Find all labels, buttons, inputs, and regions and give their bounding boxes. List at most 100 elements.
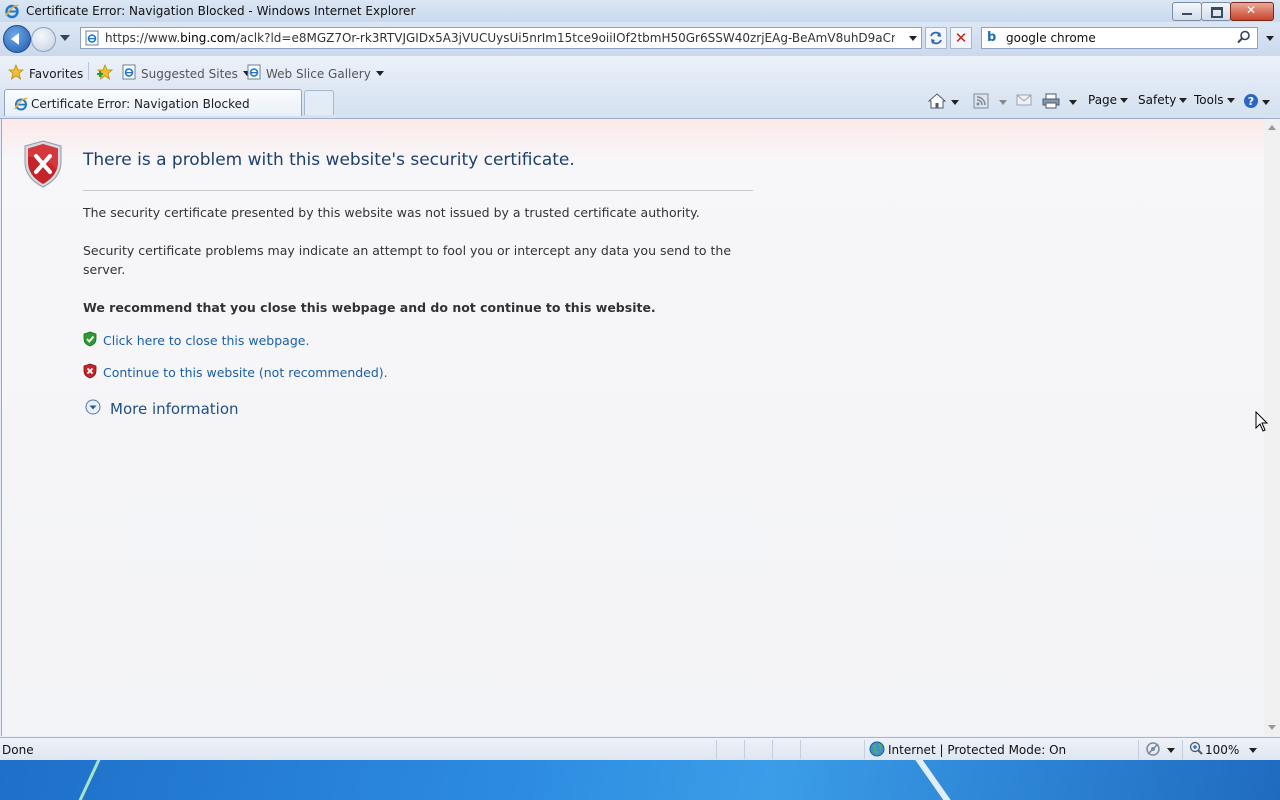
page-content: There is a problem with this website's s… — [1, 119, 1265, 736]
page-menu-dropdown-icon — [1120, 97, 1129, 103]
suggested-sites-button[interactable]: Suggested Sites — [121, 64, 251, 83]
web-slice-gallery-dropdown-icon — [375, 71, 384, 76]
ie-logo-icon — [4, 3, 20, 22]
tab-row: Certificate Error: Navigation Blocked Pa… — [0, 86, 1280, 119]
search-options-dropdown[interactable] — [1266, 36, 1274, 41]
feeds-dropdown-icon — [999, 100, 1007, 105]
green-shield-icon — [83, 331, 97, 350]
status-divider — [1138, 740, 1139, 759]
status-divider — [1182, 740, 1183, 759]
status-bar: Done Internet | Protected Mode: On 100% — [0, 737, 1280, 760]
scroll-down-arrow-icon[interactable] — [1268, 725, 1276, 730]
mouse-cursor-icon — [1255, 410, 1269, 436]
desktop-taskbar — [0, 760, 1280, 800]
svg-text:?: ? — [1248, 95, 1254, 108]
internet-globe-icon — [869, 741, 885, 760]
error-description: The security certificate presented by th… — [83, 205, 700, 220]
favorites-bar: Favorites Suggested Sites Web Slice Gall… — [0, 56, 1280, 86]
continue-to-website-link[interactable]: Continue to this website (not recommende… — [103, 365, 388, 380]
close-webpage-link[interactable]: Click here to close this webpage. — [103, 333, 309, 348]
title-bar: Certificate Error: Navigation Blocked - … — [0, 0, 1280, 22]
search-box[interactable]: b — [981, 27, 1258, 49]
printer-icon — [1042, 93, 1060, 112]
help-dropdown-icon — [1262, 100, 1270, 105]
web-slice-gallery-button[interactable]: Web Slice Gallery — [246, 64, 384, 83]
ie-window: Certificate Error: Navigation Blocked - … — [0, 0, 1280, 760]
status-divider — [744, 740, 745, 759]
tab-page-icon — [13, 96, 29, 115]
window-title: Certificate Error: Navigation Blocked - … — [26, 4, 416, 18]
window-controls — [1172, 2, 1274, 21]
print-dropdown-icon — [1069, 100, 1077, 105]
recent-pages-dropdown[interactable] — [60, 35, 70, 41]
favorites-button[interactable]: Favorites — [7, 63, 84, 83]
help-button[interactable]: ? — [1243, 93, 1270, 112]
zoom-icon — [1189, 741, 1203, 758]
restore-button[interactable] — [1201, 2, 1231, 21]
bing-icon: b — [987, 30, 997, 45]
expand-circle-icon — [85, 399, 101, 418]
wallpaper-streak — [907, 760, 959, 800]
zoom-level[interactable]: 100% — [1205, 743, 1239, 757]
favorites-label: Favorites — [29, 66, 84, 81]
page-menu-label: Page — [1088, 93, 1118, 107]
back-button[interactable] — [3, 25, 31, 53]
zoom-dropdown-icon[interactable] — [1249, 748, 1257, 753]
status-divider — [864, 740, 865, 759]
home-icon — [927, 93, 947, 112]
more-information-label: More information — [110, 399, 239, 418]
url-host: bing.com — [180, 31, 236, 45]
navigation-bar: https://www.bing.com/aclk?ld=e8MGZ7Or-rk… — [0, 22, 1280, 56]
page-menu-button[interactable]: Page — [1088, 93, 1129, 107]
address-bar[interactable]: https://www.bing.com/aclk?ld=e8MGZ7Or-rk… — [80, 27, 922, 49]
mail-icon — [1016, 93, 1032, 110]
url-text[interactable]: https://www.bing.com/aclk?ld=e8MGZ7Or-rk… — [105, 31, 895, 45]
feeds-button[interactable] — [973, 93, 1007, 112]
status-divider — [716, 740, 717, 759]
title-divider — [83, 190, 753, 191]
safety-menu-button[interactable]: Safety — [1138, 93, 1188, 107]
favorites-separator — [88, 62, 89, 80]
print-button[interactable] — [1042, 93, 1077, 112]
status-text: Done — [2, 743, 34, 757]
popup-blocker-icon[interactable] — [1145, 741, 1161, 760]
tab-certificate-error[interactable]: Certificate Error: Navigation Blocked — [4, 89, 302, 116]
feeds-icon — [973, 93, 989, 112]
security-zone-text[interactable]: Internet | Protected Mode: On — [888, 743, 1066, 757]
read-mail-button[interactable] — [1016, 93, 1032, 110]
continue-row: Continue to this website (not recommende… — [83, 363, 388, 382]
minimize-button[interactable] — [1172, 2, 1202, 21]
wallpaper-streak — [75, 760, 104, 800]
refresh-icon — [930, 31, 942, 45]
suggested-sites-icon — [121, 64, 137, 83]
add-favorite-icon — [96, 63, 114, 83]
search-icon[interactable] — [1237, 30, 1251, 47]
home-dropdown-icon — [951, 100, 959, 105]
scroll-up-arrow-icon[interactable] — [1268, 125, 1276, 130]
tools-menu-label: Tools — [1194, 93, 1224, 107]
refresh-button[interactable] — [925, 27, 947, 49]
status-divider — [800, 740, 801, 759]
error-shield-icon — [23, 140, 63, 191]
status-divider — [772, 740, 773, 759]
new-tab-button[interactable] — [304, 90, 334, 115]
add-to-favorites-bar-button[interactable] — [96, 63, 114, 83]
tools-menu-button[interactable]: Tools — [1194, 93, 1235, 107]
forward-button[interactable] — [31, 27, 56, 52]
close-webpage-row: Click here to close this webpage. — [83, 331, 309, 350]
stop-button[interactable]: ✕ — [950, 27, 972, 49]
suggested-sites-label: Suggested Sites — [141, 66, 238, 81]
red-shield-icon — [83, 363, 97, 382]
tools-menu-dropdown-icon — [1226, 97, 1235, 103]
close-window-button[interactable] — [1230, 2, 1274, 21]
web-slice-gallery-label: Web Slice Gallery — [266, 66, 371, 81]
favorites-star-icon — [7, 63, 25, 83]
popup-blocker-dropdown-icon[interactable] — [1167, 748, 1175, 753]
search-input[interactable] — [1004, 30, 1228, 46]
url-prefix: https://www. — [105, 31, 181, 45]
tab-label: Certificate Error: Navigation Blocked — [31, 97, 250, 111]
more-information-toggle[interactable]: More information — [85, 399, 239, 418]
url-rest: /aclk?ld=e8MGZ7Or-rk3RTVJGIDx5A3jVUCUysU… — [235, 31, 895, 45]
home-button[interactable] — [927, 93, 959, 112]
address-dropdown-icon[interactable] — [909, 36, 917, 41]
